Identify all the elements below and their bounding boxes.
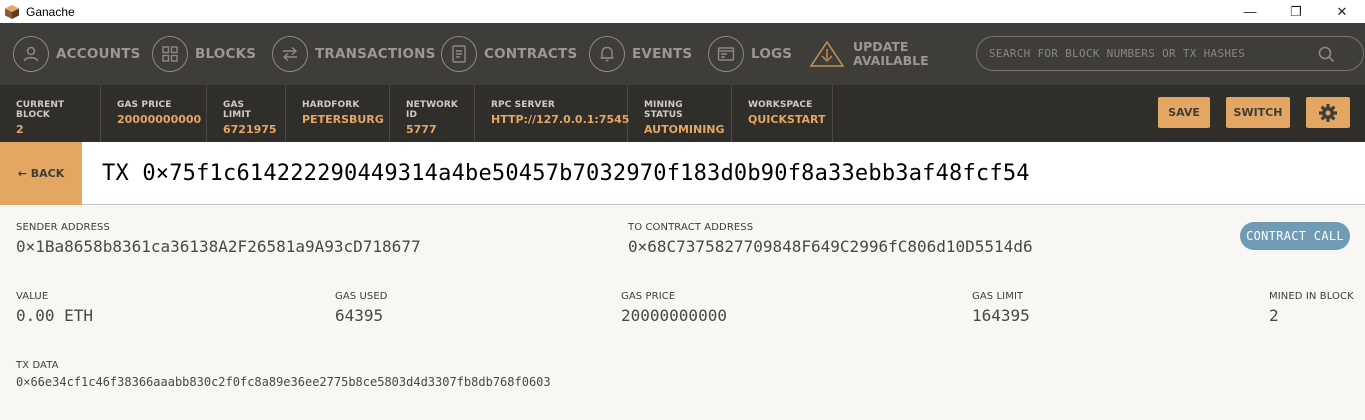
field-tx-data: TX DATA 0×66e34cf1c46f38366aaabb830c2f0f…	[16, 360, 551, 389]
nav-accounts[interactable]: ACCOUNTS	[13, 23, 141, 85]
tx-hash-title: TX 0×75f1c614222290449314a4be50457b70329…	[102, 160, 1030, 186]
stat-label: HARDFORK	[302, 100, 360, 110]
nav-transactions[interactable]: TRANSACTIONS	[272, 23, 436, 85]
update-label-line1: UPDATE	[853, 39, 909, 54]
field-value: 2	[1269, 306, 1279, 325]
close-button[interactable]: ✕	[1319, 0, 1365, 23]
ganache-logo-icon	[5, 4, 19, 19]
field-value-eth: VALUE 0.00 ETH	[16, 291, 93, 325]
terminal-window-icon	[708, 36, 744, 72]
field-gas-price: GAS PRICE 20000000000	[621, 291, 727, 325]
stat-label: RPC SERVER	[491, 100, 555, 110]
nav-blocks[interactable]: BLOCKS	[152, 23, 256, 85]
stat-label: GAS PRICE	[117, 100, 172, 110]
stat-value: 2	[16, 123, 24, 136]
back-button[interactable]: ← BACK	[0, 141, 82, 205]
bell-icon	[589, 36, 625, 72]
update-label-line2: AVAILABLE	[853, 53, 929, 68]
window-titlebar: Ganache — ❐ ✕	[0, 0, 1365, 23]
stat-hardfork: HARDFORK PETERSBURG	[286, 85, 390, 142]
field-value: 0.00 ETH	[16, 306, 94, 325]
stat-network-id: NETWORK ID 5777	[390, 85, 475, 142]
tx-header: ← BACK TX 0×75f1c614222290449314a4be5045…	[0, 141, 1365, 205]
switch-button[interactable]: SWITCH	[1226, 97, 1290, 128]
stat-gas-price: GAS PRICE 20000000000	[101, 85, 207, 142]
search-input[interactable]	[989, 47, 1309, 60]
stat-value: PETERSBURG	[302, 113, 384, 126]
tx-details: SENDER ADDRESS 0×1Ba8658b8361ca36138A2F2…	[0, 205, 1365, 420]
stat-value: 20000000000	[117, 113, 202, 126]
nav-accounts-label: ACCOUNTS	[56, 46, 141, 62]
nav-logs[interactable]: LOGS	[708, 23, 792, 85]
contract-call-badge: CONTRACT CALL	[1240, 222, 1350, 250]
stat-label: GAS LIMIT	[223, 100, 252, 120]
transfer-arrows-icon	[272, 36, 308, 72]
minimize-button[interactable]: —	[1227, 0, 1273, 23]
stat-mining-status: MINING STATUS AUTOMINING	[628, 85, 732, 142]
field-gas-limit: GAS LIMIT 164395	[972, 291, 1030, 325]
nav-events[interactable]: EVENTS	[589, 23, 692, 85]
field-label: SENDER ADDRESS	[16, 222, 110, 233]
nav-logs-label: LOGS	[751, 46, 793, 62]
gear-icon	[1319, 103, 1337, 122]
status-bar: CURRENT BLOCK 2 GAS PRICE 20000000000 GA…	[0, 85, 1365, 142]
field-value: 164395	[972, 306, 1030, 325]
field-value: 0×66e34cf1c46f38366aaabb830c2f0fc8a89e36…	[16, 375, 551, 389]
nav-contracts-label: CONTRACTS	[484, 46, 578, 62]
field-label: GAS PRICE	[621, 291, 676, 302]
stat-value: QUICKSTART	[748, 113, 826, 126]
field-label: GAS USED	[335, 291, 388, 302]
stat-rpc-server: RPC SERVER HTTP://127.0.0.1:7545	[475, 85, 630, 142]
stat-label: MINING STATUS	[644, 100, 683, 120]
maximize-button[interactable]: ❐	[1273, 0, 1319, 23]
stat-value: 6721975	[223, 123, 277, 136]
settings-button[interactable]	[1306, 97, 1350, 128]
main-nav: ACCOUNTS BLOCKS TRANSACTIONS CONTRACTS E…	[0, 23, 1365, 85]
stat-value: AUTOMINING	[644, 123, 725, 136]
stat-value: HTTP://127.0.0.1:7545	[491, 113, 630, 126]
person-icon	[13, 36, 49, 72]
nav-events-label: EVENTS	[632, 46, 693, 62]
nav-transactions-label: TRANSACTIONS	[315, 46, 436, 62]
field-label: MINED IN BLOCK	[1269, 291, 1354, 302]
stat-current-block: CURRENT BLOCK 2	[0, 85, 101, 142]
window-title: Ganache	[26, 4, 75, 19]
field-label: TX DATA	[16, 360, 59, 371]
stat-label: CURRENT BLOCK	[16, 100, 65, 120]
stat-value: 5777	[406, 123, 437, 136]
nav-blocks-label: BLOCKS	[195, 46, 257, 62]
field-sender-address: SENDER ADDRESS 0×1Ba8658b8361ca36138A2F2…	[16, 222, 421, 256]
save-button[interactable]: SAVE	[1158, 97, 1210, 128]
search-icon[interactable]	[1318, 46, 1335, 63]
field-label: GAS LIMIT	[972, 291, 1024, 302]
stat-label: WORKSPACE	[748, 100, 813, 110]
field-label: TO CONTRACT ADDRESS	[628, 222, 754, 233]
stat-gas-limit: GAS LIMIT 6721975	[207, 85, 286, 142]
field-value: 0×68C7375827709848F649C2996fC806d10D5514…	[628, 237, 1033, 256]
field-value: 64395	[335, 306, 384, 325]
update-warning-icon	[809, 40, 845, 67]
document-icon	[441, 36, 477, 72]
field-label: VALUE	[16, 291, 49, 302]
stat-workspace: WORKSPACE QUICKSTART	[732, 85, 833, 142]
search-box	[976, 36, 1364, 71]
field-to-contract-address: TO CONTRACT ADDRESS 0×68C7375827709848F6…	[628, 222, 1033, 256]
stat-label: NETWORK ID	[406, 100, 459, 120]
field-value: 20000000000	[621, 306, 727, 325]
nav-contracts[interactable]: CONTRACTS	[441, 23, 577, 85]
field-mined-in-block: MINED IN BLOCK 2	[1269, 291, 1354, 325]
update-available[interactable]: UPDATE AVAILABLE	[809, 23, 929, 85]
blocks-grid-icon	[152, 36, 188, 72]
field-gas-used: GAS USED 64395	[335, 291, 388, 325]
field-value: 0×1Ba8658b8361ca36138A2F26581a9A93cD7186…	[16, 237, 421, 256]
